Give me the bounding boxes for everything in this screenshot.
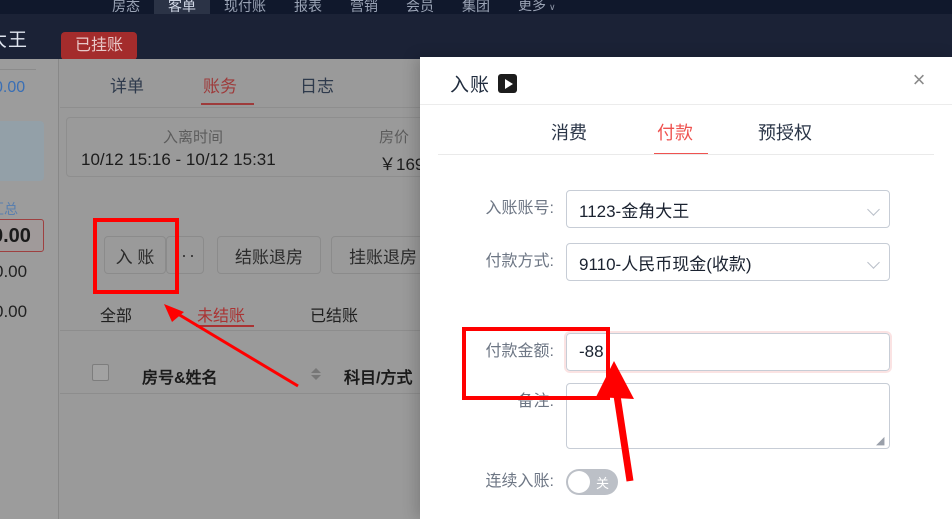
rail-vertical-divider: [58, 59, 59, 519]
column-header-subject-method[interactable]: 科目/方式: [344, 364, 412, 388]
rail-amount-3: 0.00: [0, 302, 28, 321]
rail-card-placeholder: [0, 121, 44, 181]
dialog-header: 入账 ×: [420, 57, 952, 105]
table-header-separator: [60, 393, 440, 394]
checkout-button[interactable]: 结账退房: [217, 236, 321, 274]
nav-item-xianfuzhang[interactable]: 现付账: [210, 0, 280, 14]
tab-yushouquan[interactable]: 预授权: [758, 119, 812, 145]
room-rate-label: 房价: [379, 129, 410, 146]
payment-method-select[interactable]: 9110-人民币现金(收款): [566, 243, 890, 281]
tab-zhangwu-underline: [201, 103, 254, 105]
toggle-knob: [568, 471, 590, 493]
nav-item-kedan[interactable]: 客单: [154, 0, 210, 14]
sort-arrows-icon[interactable]: [311, 366, 321, 382]
top-navigation-bar: 房态 客单 现付账 报表 营销 会员 集团 更多 ∨: [0, 0, 952, 14]
account-field-row: 入账账号: 1123-金角大王: [462, 190, 890, 228]
guest-name: 大王: [0, 30, 29, 51]
dialog-title: 入账: [450, 75, 491, 96]
annotation-box-ruzhang-button: [93, 218, 179, 294]
stay-info-card: 入离时间 10/12 15:16 - 10/12 15:31 房价 ￥169.: [66, 117, 440, 177]
payment-method-select-wrapper: 9110-人民币现金(收款): [566, 243, 890, 281]
tab-xiangdan[interactable]: 详单: [110, 72, 144, 97]
dialog-tabs-separator: [438, 154, 934, 155]
filter-tab-all[interactable]: 全部: [100, 302, 132, 326]
left-summary-rail: 0.00 汇总 0.00 0.00 0.00: [0, 59, 58, 519]
screen-root: 房态 客单 现付账 报表 营销 会员 集团 更多∨ 大王 已挂账 0.00: [0, 0, 952, 519]
select-all-checkbox[interactable]: [92, 364, 109, 381]
filter-tab-settled[interactable]: 已结账: [310, 302, 358, 326]
continuous-label: 连续入账:: [485, 473, 554, 490]
payment-method-label: 付款方式:: [485, 253, 554, 270]
tab-zhangwu[interactable]: 账务: [203, 72, 237, 97]
rail-amount-2: 0.00: [0, 262, 28, 281]
stay-time-value: 10/12 15:16 - 10/12 15:31: [81, 150, 276, 169]
rail-amount-highlight: 0.00: [0, 225, 31, 247]
account-select-wrapper: 1123-金角大王: [566, 190, 890, 228]
status-badge-pending-account: 已挂账: [61, 32, 138, 60]
annotation-arrow-to-table: [164, 304, 299, 388]
account-select[interactable]: 1123-金角大王: [566, 190, 890, 228]
tab-xiaofei[interactable]: 消费: [551, 119, 587, 145]
tab-fukuan[interactable]: 付款: [657, 119, 693, 145]
nav-item-huiyuan[interactable]: 会员: [392, 0, 448, 14]
stay-time-label: 入离时间: [163, 129, 224, 146]
resize-grip-icon[interactable]: ◢: [876, 436, 886, 447]
play-video-icon[interactable]: [498, 74, 517, 93]
rail-amount-top: 0.00: [0, 79, 26, 96]
rail-divider: [0, 69, 36, 70]
dialog-tabs: 消费 付款 预授权: [420, 105, 952, 159]
tab-rizhi[interactable]: 日志: [300, 72, 334, 97]
account-label: 入账账号:: [485, 200, 554, 217]
nav-item-fangtai[interactable]: 房态: [98, 0, 154, 14]
payment-method-field-row: 付款方式: 9110-人民币现金(收款): [462, 243, 890, 281]
rail-summary-label: 汇总: [0, 201, 18, 217]
annotation-arrow-to-amount: [596, 361, 634, 482]
nav-item-gengduo[interactable]: 更多 ∨: [504, 0, 570, 14]
annotation-box-amount-field: [462, 327, 610, 400]
nav-item-yingxiao[interactable]: 营销: [336, 0, 392, 14]
detail-tabs-separator: [60, 107, 440, 108]
nav-item-gengduo-label: 更多: [518, 0, 546, 13]
nav-item-jituan[interactable]: 集团: [448, 0, 504, 14]
guest-header-bar: 大王 已挂账: [0, 14, 952, 60]
close-icon[interactable]: ×: [906, 68, 932, 94]
detail-tabs: 详单 账务 日志: [60, 63, 440, 107]
chevron-down-icon: ∨: [549, 2, 556, 12]
ruzhang-dialog: 入账 × 消费 付款 预授权 入账账号: 1123-金角大王 付款方式: 911…: [420, 57, 952, 519]
nav-item-baobiao[interactable]: 报表: [280, 0, 336, 14]
